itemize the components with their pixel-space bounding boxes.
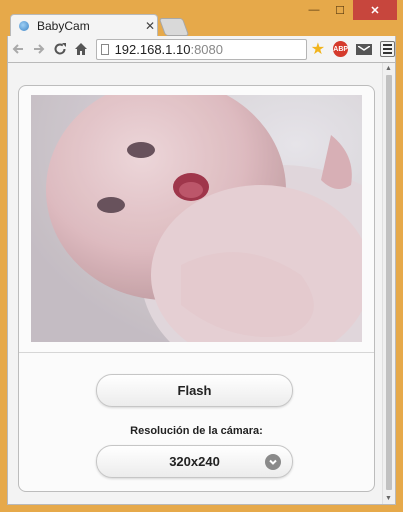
scroll-up-icon[interactable]: ▲ [385, 65, 392, 72]
browser-menu-icon[interactable] [379, 41, 395, 57]
mail-icon[interactable] [356, 43, 372, 55]
reload-icon[interactable] [50, 38, 71, 60]
back-icon[interactable] [8, 38, 29, 60]
address-bar[interactable]: 192.168.1.10:8080 [95, 38, 307, 60]
maximize-button[interactable]: ☐ [327, 0, 353, 20]
tab-close-icon[interactable]: ✕ [143, 19, 157, 33]
window-controls: — ☐ ✕ [301, 0, 397, 20]
browser-window: — ☐ ✕ BabyCam ✕ 192.168.1.10:8080 ★ ABP [0, 0, 403, 512]
babycam-card: Flash Resolución de la cámara: 320x240 [18, 85, 375, 492]
tab-title: BabyCam [37, 18, 90, 33]
close-window-button[interactable]: ✕ [353, 0, 397, 20]
forward-icon[interactable] [29, 38, 50, 60]
minimize-button[interactable]: — [301, 0, 327, 20]
page-icon [100, 43, 109, 55]
adblock-plus-icon[interactable]: ABP [333, 41, 349, 57]
scroll-thumb[interactable] [386, 75, 392, 490]
scroll-down-icon[interactable]: ▼ [385, 495, 392, 502]
page-viewport: Flash Resolución de la cámara: 320x240 ▲… [7, 62, 396, 505]
bookmark-star-icon[interactable]: ★ [311, 39, 325, 59]
home-icon[interactable] [71, 38, 92, 60]
resolution-select[interactable]: 320x240 [96, 445, 293, 478]
camera-section [19, 86, 374, 353]
url-host: 192.168.1.10 [114, 41, 191, 57]
url-port: :8080 [190, 41, 224, 57]
browser-toolbar: 192.168.1.10:8080 ★ ABP [7, 36, 396, 62]
new-tab-button[interactable] [158, 18, 190, 36]
tab-babycam[interactable]: BabyCam ✕ [10, 14, 158, 36]
vertical-scrollbar[interactable]: ▲ ▼ [382, 63, 395, 504]
resolution-value: 320x240 [169, 454, 220, 469]
favicon-icon [19, 20, 29, 31]
flash-button[interactable]: Flash [96, 374, 293, 407]
camera-feed-image [31, 95, 362, 342]
chevron-down-icon [265, 454, 281, 470]
resolution-label: Resolución de la cámara: [130, 425, 263, 437]
